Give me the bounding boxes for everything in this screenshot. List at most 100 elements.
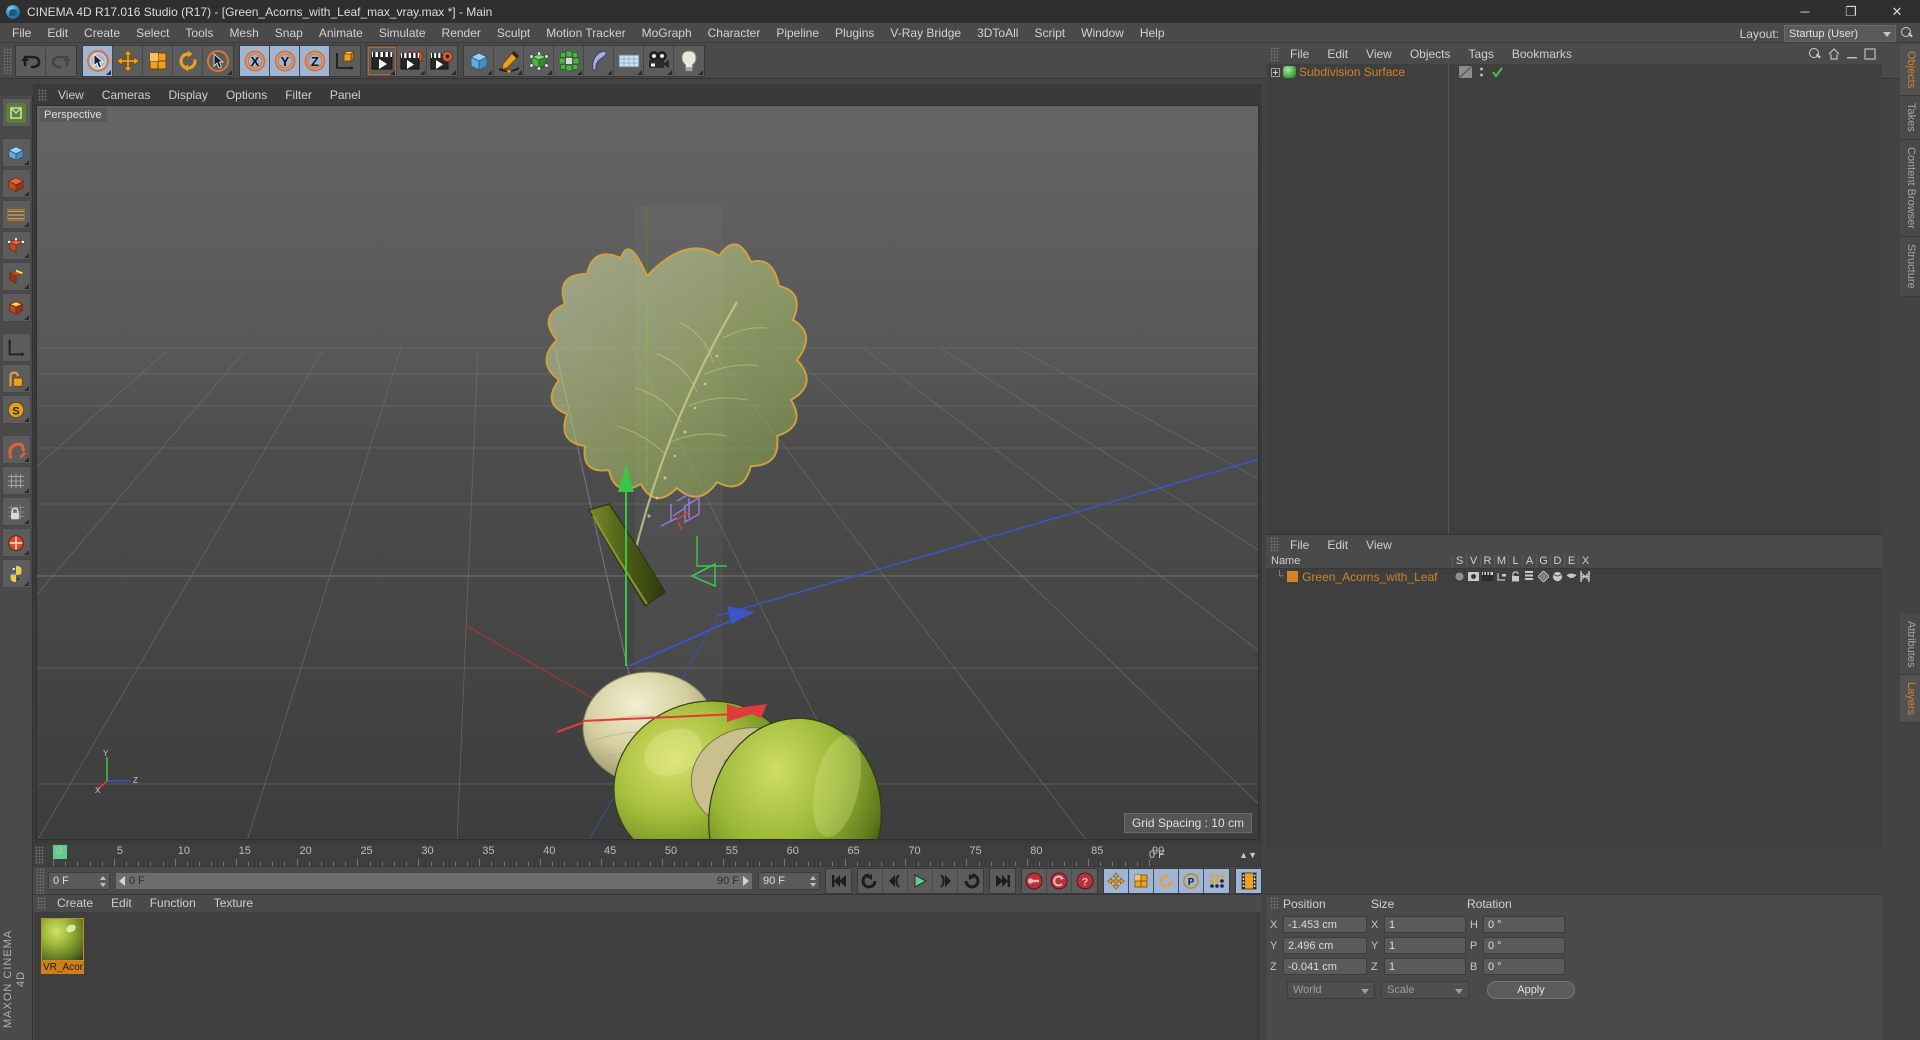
coordinate-system-dropdown[interactable]: World xyxy=(1287,981,1375,999)
object-tree[interactable]: Subdivision Surface xyxy=(1267,64,1449,534)
keyframe-selection-icon[interactable]: ? xyxy=(1072,868,1097,893)
home-icon[interactable] xyxy=(1828,48,1840,60)
render-settings-icon[interactable] xyxy=(427,45,457,76)
record-key-icon[interactable] xyxy=(1022,868,1047,893)
menu-item-animate[interactable]: Animate xyxy=(311,23,371,43)
viewport-grip[interactable] xyxy=(38,88,47,102)
live-selection-icon[interactable] xyxy=(83,45,113,76)
cell-lock[interactable] xyxy=(1508,571,1522,582)
menu-item-vray-bridge[interactable]: V-Ray Bridge xyxy=(882,23,969,43)
menu-item-window[interactable]: Window xyxy=(1073,23,1132,43)
viewport-menu-filter[interactable]: Filter xyxy=(276,87,321,103)
column-d[interactable]: D xyxy=(1550,555,1564,567)
bend-deformer-icon[interactable] xyxy=(584,45,614,76)
cell-manager[interactable] xyxy=(1494,572,1508,581)
menu-item-create[interactable]: Create xyxy=(76,23,128,43)
cell-animation[interactable] xyxy=(1522,571,1536,582)
rotation-b-input[interactable]: 0 ° xyxy=(1483,958,1565,975)
cell-expression[interactable] xyxy=(1564,572,1578,581)
timeline-range-scrollbar[interactable]: 0 F 90 F xyxy=(115,871,753,890)
close-button[interactable]: ✕ xyxy=(1874,0,1920,23)
scene-menu-view[interactable]: View xyxy=(1357,535,1401,555)
viewport-menu-display[interactable]: Display xyxy=(159,87,216,103)
column-e[interactable]: E xyxy=(1564,555,1578,567)
play-forwards-button[interactable] xyxy=(958,868,983,893)
object-manager-body[interactable]: Subdivision Surface xyxy=(1267,64,1881,534)
search-icon[interactable] xyxy=(1809,47,1822,61)
play-button[interactable] xyxy=(908,868,933,893)
scale-icon[interactable] xyxy=(1129,868,1154,893)
object-menu-file[interactable]: File xyxy=(1281,44,1318,64)
range-start-handle[interactable] xyxy=(119,875,125,886)
redo-button[interactable] xyxy=(46,45,76,76)
cursor-ring-icon[interactable] xyxy=(203,45,233,76)
cube-icon[interactable] xyxy=(464,45,494,76)
scene-manager-grip[interactable] xyxy=(1270,537,1279,552)
stepper-icon[interactable] xyxy=(99,875,106,887)
go-to-start-button[interactable] xyxy=(826,868,851,893)
column-s[interactable]: S xyxy=(1452,555,1466,567)
layer-name-cell[interactable]: └ Green_Acorns_with_Leaf xyxy=(1266,570,1452,584)
object-menu-edit[interactable]: Edit xyxy=(1318,44,1357,64)
material-menu-create[interactable]: Create xyxy=(48,895,102,912)
z-axis-icon[interactable]: Z xyxy=(300,45,330,76)
material-menu-texture[interactable]: Texture xyxy=(205,895,262,912)
apply-button[interactable]: Apply xyxy=(1487,981,1575,999)
render-view-icon[interactable] xyxy=(367,45,397,76)
column-v[interactable]: V xyxy=(1466,555,1480,567)
perspective-viewport[interactable]: Perspective Y Z X Grid Spacing: 10 cm xyxy=(36,105,1259,840)
end-frame-input[interactable]: 90 F xyxy=(758,871,820,890)
go-to-end-button[interactable] xyxy=(990,868,1015,893)
pla-dots-icon[interactable] xyxy=(1204,868,1229,893)
cell-solo[interactable] xyxy=(1452,572,1466,581)
menu-item-sculpt[interactable]: Sculpt xyxy=(489,23,538,43)
lock-workplane-icon[interactable] xyxy=(1,497,31,526)
edges-mode-icon[interactable] xyxy=(1,262,31,291)
layer-color-swatch[interactable] xyxy=(1287,571,1299,582)
tab-content-browser[interactable]: Content Browser xyxy=(1900,140,1920,237)
object-row-subdivision-surface[interactable]: Subdivision Surface xyxy=(1267,64,1448,80)
camera-icon[interactable] xyxy=(644,45,674,76)
points-mode-icon[interactable] xyxy=(1,231,31,260)
floor-environment-icon[interactable] xyxy=(614,45,644,76)
tab-takes[interactable]: Takes xyxy=(1900,96,1920,141)
size-x-input[interactable]: 1 xyxy=(1384,916,1466,933)
magnet-icon[interactable] xyxy=(1,435,31,464)
viewport-solo-icon[interactable]: S xyxy=(1,395,31,424)
column-m[interactable]: M xyxy=(1494,555,1508,567)
viewport-menu-view[interactable]: View xyxy=(49,87,93,103)
viewport-menu-cameras[interactable]: Cameras xyxy=(93,87,160,103)
menu-item-pipeline[interactable]: Pipeline xyxy=(768,23,827,43)
workplane-icon[interactable] xyxy=(1,466,31,495)
undo-button[interactable] xyxy=(16,45,46,76)
maximize-icon[interactable] xyxy=(1864,48,1876,60)
range-end-handle[interactable] xyxy=(743,875,749,886)
material-list[interactable]: VR_Acor xyxy=(34,912,1261,1040)
menu-item-mograph[interactable]: MoGraph xyxy=(634,23,700,43)
size-y-input[interactable]: 1 xyxy=(1384,937,1466,954)
position-x-input[interactable]: -1.453 cm xyxy=(1283,916,1367,933)
menu-item-script[interactable]: Script xyxy=(1026,23,1073,43)
position-icon[interactable] xyxy=(1104,868,1129,893)
material-grip[interactable] xyxy=(37,897,46,910)
size-z-input[interactable]: 1 xyxy=(1384,958,1466,975)
mograph-cloner-icon[interactable] xyxy=(554,45,584,76)
material-menu-edit[interactable]: Edit xyxy=(102,895,141,912)
position-z-input[interactable]: -0.041 cm xyxy=(1283,958,1367,975)
menu-item-character[interactable]: Character xyxy=(700,23,769,43)
material-menu-function[interactable]: Function xyxy=(141,895,205,912)
menu-item-render[interactable]: Render xyxy=(434,23,489,43)
column-l[interactable]: L xyxy=(1508,555,1522,567)
tab-layers[interactable]: Layers xyxy=(1900,675,1920,724)
rotation-icon[interactable] xyxy=(1154,868,1179,893)
play-backwards-button[interactable] xyxy=(858,868,883,893)
timeline-grip[interactable] xyxy=(35,846,44,864)
previous-frame-button[interactable] xyxy=(883,868,908,893)
cell-xpresso[interactable] xyxy=(1578,571,1592,582)
minimize-icon[interactable] xyxy=(1846,48,1858,60)
checkmark-icon[interactable] xyxy=(1491,66,1504,78)
object-manager-grip[interactable] xyxy=(1270,46,1279,62)
scale-icon[interactable] xyxy=(143,45,173,76)
coordinates-grip[interactable] xyxy=(1270,897,1279,910)
light-bulb-icon[interactable] xyxy=(674,45,704,76)
